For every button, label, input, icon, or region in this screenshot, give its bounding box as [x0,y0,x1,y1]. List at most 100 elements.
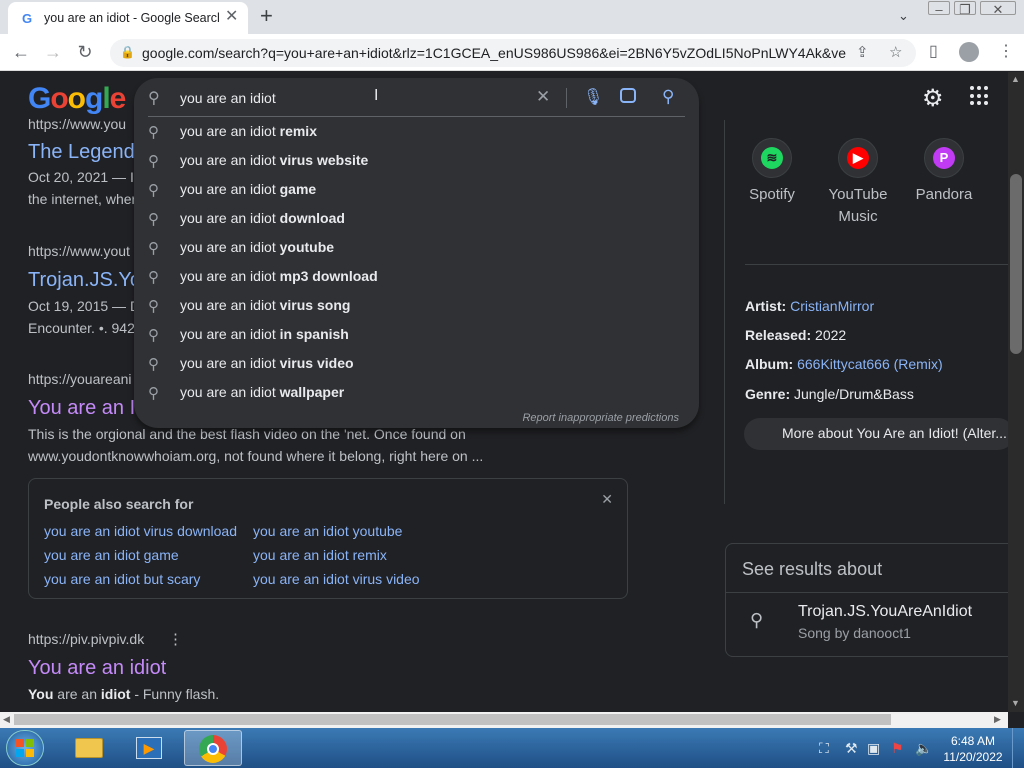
pasf-link[interactable]: you are an idiot but scary [44,571,200,587]
result-3-snippet-line2: www.youdontknowwhoiam.org, not found whe… [28,448,484,464]
google-favicon-icon: G [22,11,33,26]
tray-icon-flag[interactable]: ⚑ [891,740,904,757]
suggestion-item[interactable]: ⚲ you are an idiot remix [134,118,699,147]
share-icon[interactable]: ⇪ [856,43,869,61]
camera-lens-icon[interactable] [620,88,636,103]
spotify-button[interactable]: ≋ [752,138,792,178]
search-icon: ⚲ [148,124,159,141]
pasf-link[interactable]: you are an idiot game [44,547,179,563]
search-icon: ⚲ [148,298,159,315]
youtube-music-button[interactable]: ▶ [838,138,878,178]
see-results-heading: See results about [742,559,883,579]
youtube-music-icon: ▶ [847,147,869,169]
bookmark-star-icon[interactable]: ☆ [889,43,902,61]
suggestion-item[interactable]: ⚲ you are an idiot virus video [134,350,699,379]
horizontal-scroll-thumb[interactable] [14,714,891,725]
system-clock[interactable]: 6:48 AM 11/20/2022 [938,733,1008,765]
suggestion-item[interactable]: ⚲ you are an idiot virus website [134,147,699,176]
reload-button[interactable]: ↻ [74,41,96,63]
chrome-icon-center [207,743,219,755]
panel-separator [745,264,1008,265]
vertical-scroll-thumb[interactable] [1010,174,1022,354]
vertical-scrollbar[interactable] [1008,72,1024,712]
clear-icon[interactable]: ✕ [536,87,550,107]
scroll-down-arrow-icon[interactable]: ▼ [1011,698,1020,708]
suggestion-item[interactable]: ⚲ you are an idiot game [134,176,699,205]
entity-subtitle: Song by danooct1 [798,625,911,641]
clock-time: 6:48 AM [950,734,996,748]
result-3-cite: https://youareani [28,371,132,387]
panel-divider [724,120,725,504]
search-icon: ⚲ [148,327,159,344]
suggestion-item[interactable]: ⚲ you are an idiot mp3 download [134,263,699,292]
tray-icon-volume[interactable]: 🔈 [915,740,932,757]
pasf-link[interactable]: you are an idiot remix [253,547,387,563]
tray-icon-network[interactable]: ⛶ [819,740,829,757]
pasf-link[interactable]: you are an idiot youtube [253,523,402,539]
minimize-button[interactable]: – [928,1,950,17]
tray-icon-display[interactable]: ▣ [867,740,880,757]
suggestion-item[interactable]: ⚲ you are an idiot wallpaper [134,379,699,408]
browser-tab[interactable]: G you are an idiot - Google Search ✕ [8,2,248,34]
maximize-button[interactable]: ❐ [954,1,976,17]
result-4-cite: https://piv.pivpiv.dk [28,631,145,647]
scroll-right-arrow-icon[interactable]: ▶ [994,714,1001,725]
scroll-left-arrow-icon[interactable]: ◀ [3,714,10,725]
side-panel-icon[interactable]: ▯ [929,42,938,62]
result-2-title[interactable]: Trojan.JS.Yo [28,269,138,292]
media-player-taskbar-button[interactable]: ▶ [122,730,176,766]
scroll-up-arrow-icon[interactable]: ▲ [1011,74,1020,84]
file-explorer-taskbar-button[interactable] [62,730,116,766]
close-icon[interactable]: ✕ [601,491,613,508]
suggestion-item[interactable]: ⚲ you are an idiot youtube [134,234,699,263]
microphone-icon[interactable]: 🎙 [583,87,603,107]
search-input[interactable]: you are an idiot [180,90,276,106]
report-predictions-link[interactable]: Report inappropriate predictions [522,412,679,424]
google-logo[interactable]: Google [28,82,126,116]
spotify-icon: ≋ [761,147,783,169]
menu-icon[interactable]: ⋮ [998,42,1014,62]
youtube-music-label-line2: Music [838,208,878,225]
suggestion-item[interactable]: ⚲ you are an idiot in spanish [134,321,699,350]
clock-date: 11/20/2022 [943,750,1003,764]
genre-row: Genre: Jungle/Drum&Bass [745,386,914,402]
album-link[interactable]: 666Kittycat666 (Remix) [797,356,943,372]
suggestion-item[interactable]: ⚲ you are an idiot download [134,205,699,234]
back-button[interactable]: ← [10,41,32,63]
entity-title[interactable]: Trojan.JS.YouAreAnIdiot [798,603,972,621]
show-desktop-button[interactable] [1012,728,1024,768]
result-4-more-icon[interactable]: ⋮ [168,630,183,648]
pandora-button[interactable]: P [924,138,964,178]
chrome-taskbar-button[interactable] [184,730,242,766]
result-3-title[interactable]: You are an I [28,397,138,420]
search-submit-icon[interactable]: ⚲ [662,87,674,107]
profile-avatar[interactable] [959,42,979,62]
artist-label: Artist: [745,298,787,314]
pasf-link[interactable]: you are an idiot virus download [44,523,237,539]
address-bar[interactable]: 🔒 google.com/search?q=you+are+an+idiot&r… [110,39,916,67]
suggestion-text: you are an idiot wallpaper [180,384,345,400]
result-1-cite: https://www.you [28,116,127,132]
suggestion-item[interactable]: ⚲ you are an idiot virus song [134,292,699,321]
search-box[interactable]: ⚲ you are an idiot I ✕ 🎙 ⚲ [134,78,699,118]
new-tab-button[interactable]: + [260,5,273,27]
settings-gear-icon[interactable]: ⚙ [922,84,944,113]
released-row: Released: 2022 [745,327,846,343]
result-4-title[interactable]: You are an idiot [28,657,166,680]
result-1-title[interactable]: The Legend [28,141,138,164]
close-window-button[interactable]: ✕ [980,1,1016,17]
media-player-icon: ▶ [136,737,162,759]
forward-button[interactable]: → [42,41,64,63]
search-icon: ⚲ [148,90,160,107]
more-about-button[interactable]: More about You Are an Idiot! (Alter... [744,418,1014,450]
artist-link[interactable]: CristianMirror [790,298,874,314]
tray-icon-tools[interactable]: ⚒ [845,740,858,757]
search-icon: ⚲ [148,240,159,257]
tab-search-icon[interactable]: ⌄ [898,8,909,24]
search-icon: ⚲ [148,269,159,286]
apps-grid-icon[interactable] [970,86,990,106]
more-about-label: More about You Are an Idiot! (Alter... [782,425,1007,441]
suggestion-divider [148,116,685,117]
pasf-link[interactable]: you are an idiot virus video [253,571,420,587]
tab-close-icon[interactable]: ✕ [225,8,238,26]
